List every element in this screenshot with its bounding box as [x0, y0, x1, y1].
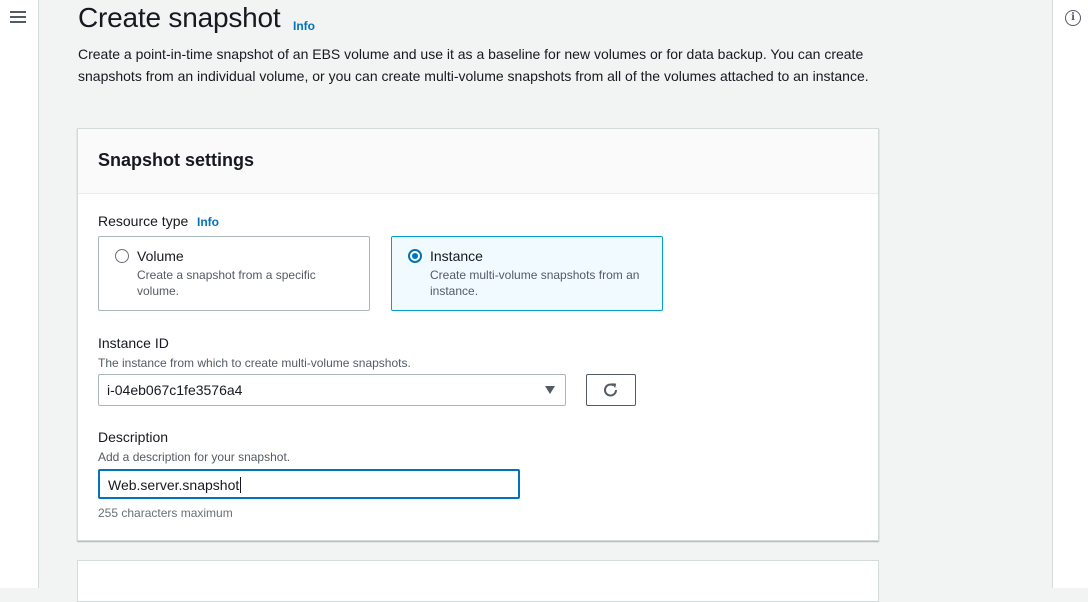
resource-type-info-link[interactable]: Info	[197, 215, 219, 229]
hamburger-menu-icon[interactable]	[10, 11, 26, 25]
caret-down-icon	[545, 386, 555, 394]
instance-option-description: Create multi-volume snapshots from an in…	[430, 268, 640, 298]
title-info-link[interactable]: Info	[293, 19, 315, 33]
instance-id-value: i-04eb067c1fe3576a4	[107, 382, 243, 398]
resource-type-option-instance[interactable]: Instance Create multi-volume snapshots f…	[391, 236, 663, 311]
description-input[interactable]: Web.server.snapshot	[98, 469, 520, 499]
instance-option-label: Instance	[430, 248, 483, 264]
instance-id-description: The instance from which to create multi-…	[98, 356, 411, 370]
instance-radio[interactable]	[408, 249, 422, 263]
volume-option-label: Volume	[137, 248, 184, 264]
panel-title: Snapshot settings	[98, 150, 255, 170]
volume-option-description: Create a snapshot from a specific volume…	[137, 268, 316, 298]
next-section-panel	[77, 560, 879, 602]
instance-id-label: Instance ID	[98, 335, 169, 351]
description-input-value: Web.server.snapshot	[108, 477, 242, 493]
volume-radio[interactable]	[115, 249, 129, 263]
navigation-rail	[0, 0, 39, 588]
snapshot-settings-panel: Snapshot settings Resource type Info Vol…	[77, 128, 879, 541]
panel-header: Snapshot settings	[78, 129, 878, 194]
resource-type-label: Resource type	[98, 213, 189, 229]
description-label: Description	[98, 429, 169, 445]
instance-id-select[interactable]: i-04eb067c1fe3576a4	[98, 374, 566, 406]
page-title: Create snapshot	[78, 2, 281, 33]
tools-rail	[1052, 0, 1088, 588]
resource-type-option-volume[interactable]: Volume Create a snapshot from a specific…	[98, 236, 370, 311]
description-hint: Add a description for your snapshot.	[98, 450, 291, 464]
page-description: Create a point-in-time snapshot of an EB…	[78, 46, 869, 84]
description-constraint: 255 characters maximum	[98, 506, 233, 520]
refresh-button[interactable]	[586, 374, 636, 406]
refresh-icon	[604, 383, 617, 397]
info-circle-icon[interactable]: i	[1065, 10, 1081, 26]
